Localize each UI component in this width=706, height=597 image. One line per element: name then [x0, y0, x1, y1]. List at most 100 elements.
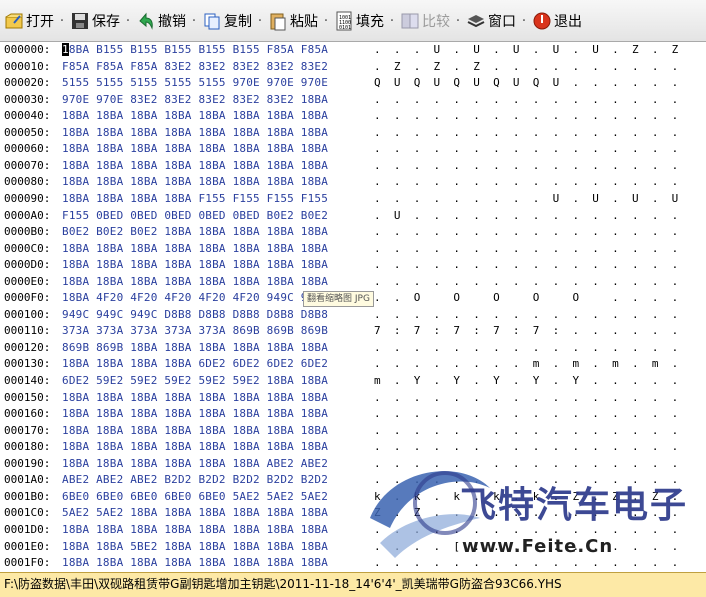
hex-row-ascii[interactable]: Q U Q U Q U Q U Q U . . . . . .	[374, 75, 678, 92]
hex-row-ascii[interactable]: . . . . . . . . . . . . . . . .	[374, 307, 678, 324]
hex-row[interactable]: 000090: 18BA 18BA 18BA 18BA F155 F155 F15…	[0, 191, 706, 208]
hex-row-bytes[interactable]: 970E 970E 83E2 83E2 83E2 83E2 83E2 18BA	[62, 92, 372, 109]
hex-row-address: 000020:	[4, 76, 51, 90]
toolbar-button-paste[interactable]: 粘贴	[264, 6, 322, 36]
hex-row[interactable]: 000050: 18BA 18BA 18BA 18BA 18BA 18BA 18B…	[0, 125, 706, 142]
toolbar-button-open-folder[interactable]: 打开	[0, 6, 58, 36]
toolbar-button-save-disk[interactable]: 保存	[66, 6, 124, 36]
hex-row[interactable]: 000120: 869B 869B 18BA 18BA 18BA 18BA 18B…	[0, 340, 706, 357]
hex-row-ascii[interactable]: . . O O O O O . . . .	[374, 290, 678, 307]
hex-row-ascii[interactable]: . . . . . . . . . . . . . . . .	[374, 141, 678, 158]
hex-row-address: 0001C0:	[4, 506, 51, 520]
hex-row-ascii[interactable]: . . . . . . . . . . . . . . . .	[374, 158, 678, 175]
toolbar-button-label: 撤销	[158, 13, 186, 30]
hex-row-ascii[interactable]: . . . . . . . . . . . . . . . .	[374, 274, 678, 291]
hex-row-bytes[interactable]: F85A F85A F85A 83E2 83E2 83E2 83E2 83E2	[62, 59, 372, 76]
hex-row-bytes[interactable]: 373A 373A 373A 373A 373A 869B 869B 869B	[62, 323, 372, 340]
hex-row[interactable]: 000070: 18BA 18BA 18BA 18BA 18BA 18BA 18B…	[0, 158, 706, 175]
hex-row-bytes[interactable]: 5AE2 5AE2 18BA 18BA 18BA 18BA 18BA 18BA	[62, 505, 372, 522]
hex-row-ascii[interactable]: . . . . . . . . . U . U . U . U	[374, 191, 678, 208]
hex-row[interactable]: 000020: 5155 5155 5155 5155 5155 970E 970…	[0, 75, 706, 92]
hex-row-bytes[interactable]: ABE2 ABE2 ABE2 B2D2 B2D2 B2D2 B2D2 B2D2	[62, 472, 372, 489]
hex-row-address: 0000B0:	[4, 225, 51, 239]
compare-icon	[400, 11, 420, 31]
hex-row-ascii[interactable]: . U . . . . . . . . . . . . . .	[374, 208, 678, 225]
hex-row-ascii[interactable]: . . . . . . . . . . . . . . . .	[374, 423, 678, 440]
hex-row-ascii[interactable]: . . . . . . . . . . . . . . . .	[374, 125, 678, 142]
hex-row[interactable]: 0000A0: F155 0BED 0BED 0BED 0BED 0BED B0E…	[0, 208, 706, 225]
hex-row[interactable]: 000170: 18BA 18BA 18BA 18BA 18BA 18BA 18B…	[0, 423, 706, 440]
hex-row-ascii[interactable]: . . . . . . . . . . . . . . . .	[374, 224, 678, 241]
hex-row-bytes[interactable]: 869B 869B 18BA 18BA 18BA 18BA 18BA 18BA	[62, 340, 372, 357]
toolbar-separator: ·	[191, 12, 197, 29]
hex-row-address: 0000E0:	[4, 274, 51, 288]
hex-row-bytes[interactable]: 18BA 18BA 18BA 18BA 18BA 18BA 18BA 18BA	[62, 125, 372, 142]
hex-row-ascii[interactable]: . . . . . . . . . . . . . . . .	[374, 257, 678, 274]
hex-row-bytes[interactable]: 18BA 18BA 18BA 18BA 18BA 18BA 18BA 18BA	[62, 274, 372, 291]
hex-row-bytes[interactable]: 6BE0 6BE0 6BE0 6BE0 6BE0 5AE2 5AE2 5AE2	[62, 489, 372, 506]
hex-row-address: 000100:	[4, 307, 51, 321]
hex-row[interactable]: 0000D0: 18BA 18BA 18BA 18BA 18BA 18BA 18B…	[0, 257, 706, 274]
toolbar-button-window-layers[interactable]: 窗口	[462, 6, 520, 36]
hex-row-ascii[interactable]: . . . . . . . . m . m . m . m .	[374, 356, 678, 373]
hex-row-ascii[interactable]: . . . . . . . . . . . . . . . .	[374, 340, 678, 357]
hex-row[interactable]: 000080: 18BA 18BA 18BA 18BA 18BA 18BA 18B…	[0, 174, 706, 191]
hex-row[interactable]: 000140: 6DE2 59E2 59E2 59E2 59E2 59E2 18B…	[0, 373, 706, 390]
hex-row[interactable]: 000130: 18BA 18BA 18BA 18BA 6DE2 6DE2 6DE…	[0, 356, 706, 373]
hex-row-ascii[interactable]: . . . . . . . . . . . . . . . .	[374, 406, 678, 423]
hex-row-ascii[interactable]: . Z . Z . Z . . . . . . . . . .	[374, 59, 678, 76]
hex-row-bytes[interactable]: 18BA 18BA 18BA 18BA 18BA 18BA 18BA 18BA	[62, 406, 372, 423]
hex-row-bytes[interactable]: 18BA 18BA 18BA 18BA 18BA 18BA 18BA 18BA	[62, 522, 372, 539]
hex-row-bytes[interactable]: 18BA 18BA 18BA 18BA 18BA 18BA 18BA 18BA	[62, 257, 372, 274]
hex-row-bytes[interactable]: 18BA 18BA 18BA 18BA 18BA 18BA 18BA 18BA	[62, 555, 372, 572]
hex-row-ascii[interactable]: m . Y . Y . Y . Y . Y . . . . .	[374, 373, 678, 390]
hex-row-bytes[interactable]: 18BA 18BA 18BA 18BA 18BA 18BA 18BA 18BA	[62, 423, 372, 440]
hex-row-bytes[interactable]: 18BA 18BA 18BA 18BA 18BA 18BA 18BA 18BA	[62, 390, 372, 407]
hex-row-ascii[interactable]: . . . . . . . . . . . . . . . .	[374, 241, 678, 258]
toolbar-button-undo[interactable]: 撤销	[132, 6, 190, 36]
hex-row[interactable]: 0000C0: 18BA 18BA 18BA 18BA 18BA 18BA 18B…	[0, 241, 706, 258]
hex-row-bytes[interactable]: F155 0BED 0BED 0BED 0BED 0BED B0E2 B0E2	[62, 208, 372, 225]
hex-row-bytes[interactable]: B0E2 B0E2 B0E2 18BA 18BA 18BA 18BA 18BA	[62, 224, 372, 241]
hex-row[interactable]: 000010: F85A F85A F85A 83E2 83E2 83E2 83E…	[0, 59, 706, 76]
toolbar-button-exit[interactable]: 退出	[528, 6, 586, 36]
thumbnail-tooltip: 翻看缩略图 JPG	[303, 291, 374, 307]
hex-row-bytes[interactable]: 18BA 18BA 18BA 18BA 18BA 18BA ABE2 ABE2	[62, 456, 372, 473]
hex-row-bytes[interactable]: 18BA 18BA 5BE2 18BA 18BA 18BA 18BA 18BA	[62, 539, 372, 556]
hex-row-bytes[interactable]: 18BA 18BA 18BA 18BA 18BA 18BA 18BA 18BA	[62, 439, 372, 456]
hex-row-bytes[interactable]: 18BA 18BA 18BA 18BA 6DE2 6DE2 6DE2 6DE2	[62, 356, 372, 373]
hex-row-bytes[interactable]: 5155 5155 5155 5155 5155 970E 970E 970E	[62, 75, 372, 92]
hex-row[interactable]: 000160: 18BA 18BA 18BA 18BA 18BA 18BA 18B…	[0, 406, 706, 423]
hex-row-bytes[interactable]: 949C 949C 949C D8B8 D8B8 D8B8 D8B8 D8B8	[62, 307, 372, 324]
hex-row-bytes[interactable]: 18BA 18BA 18BA 18BA F155 F155 F155 F155	[62, 191, 372, 208]
hex-row[interactable]: 000040: 18BA 18BA 18BA 18BA 18BA 18BA 18B…	[0, 108, 706, 125]
hex-row-bytes[interactable]: 6DE2 59E2 59E2 59E2 59E2 59E2 18BA 18BA	[62, 373, 372, 390]
hex-row-bytes[interactable]: 18BA 18BA 18BA 18BA 18BA 18BA 18BA 18BA	[62, 158, 372, 175]
hex-row-ascii[interactable]: . . . U . U . U . U . U . Z . Z	[374, 42, 678, 59]
toolbar-button-fill-binary[interactable]: 1001 1100 0101 填充	[330, 6, 388, 36]
hex-row[interactable]: 000030: 970E 970E 83E2 83E2 83E2 83E2 83E…	[0, 92, 706, 109]
hex-row[interactable]: 000150: 18BA 18BA 18BA 18BA 18BA 18BA 18B…	[0, 390, 706, 407]
hex-row-bytes[interactable]: 18BA B155 B155 B155 B155 B155 F85A F85A	[62, 42, 372, 59]
hex-row-ascii[interactable]: . . . . . . . . . . . . . . . .	[374, 92, 678, 109]
hex-row[interactable]: 0000B0: B0E2 B0E2 B0E2 18BA 18BA 18BA 18B…	[0, 224, 706, 241]
hex-row-ascii[interactable]: . . . . . . . . . . . . . . . .	[374, 390, 678, 407]
hex-row-address: 000010:	[4, 59, 51, 73]
hex-row[interactable]: 0000E0: 18BA 18BA 18BA 18BA 18BA 18BA 18B…	[0, 274, 706, 291]
hex-row-bytes[interactable]: 18BA 18BA 18BA 18BA 18BA 18BA 18BA 18BA	[62, 141, 372, 158]
hex-row-bytes[interactable]: 18BA 18BA 18BA 18BA 18BA 18BA 18BA 18BA	[62, 174, 372, 191]
hex-row[interactable]: 000100: 949C 949C 949C D8B8 D8B8 D8B8 D8B…	[0, 307, 706, 324]
hex-row[interactable]: 000110: 373A 373A 373A 373A 373A 869B 869…	[0, 323, 706, 340]
hex-row-bytes[interactable]: 18BA 18BA 18BA 18BA 18BA 18BA 18BA 18BA	[62, 241, 372, 258]
toolbar-button-copy[interactable]: 复制	[198, 6, 256, 36]
hex-row-ascii[interactable]: . . . . . . . . . . . . . . . .	[374, 108, 678, 125]
hex-row[interactable]: 000000: 18BA B155 B155 B155 B155 B155 F85…	[0, 42, 706, 59]
hex-row-ascii[interactable]: . . . . . . . . . . . . . . . .	[374, 174, 678, 191]
save-disk-icon	[70, 11, 90, 31]
hex-row[interactable]: 000060: 18BA 18BA 18BA 18BA 18BA 18BA 18B…	[0, 141, 706, 158]
hex-row-bytes[interactable]: 18BA 18BA 18BA 18BA 18BA 18BA 18BA 18BA	[62, 108, 372, 125]
hex-row-ascii[interactable]: 7 : 7 : 7 : 7 : 7 : . . . . . .	[374, 323, 678, 340]
hex-row-address: 000110:	[4, 324, 51, 338]
toolbar-separator: ·	[59, 12, 65, 29]
toolbar-button-compare: 比较	[396, 6, 454, 36]
